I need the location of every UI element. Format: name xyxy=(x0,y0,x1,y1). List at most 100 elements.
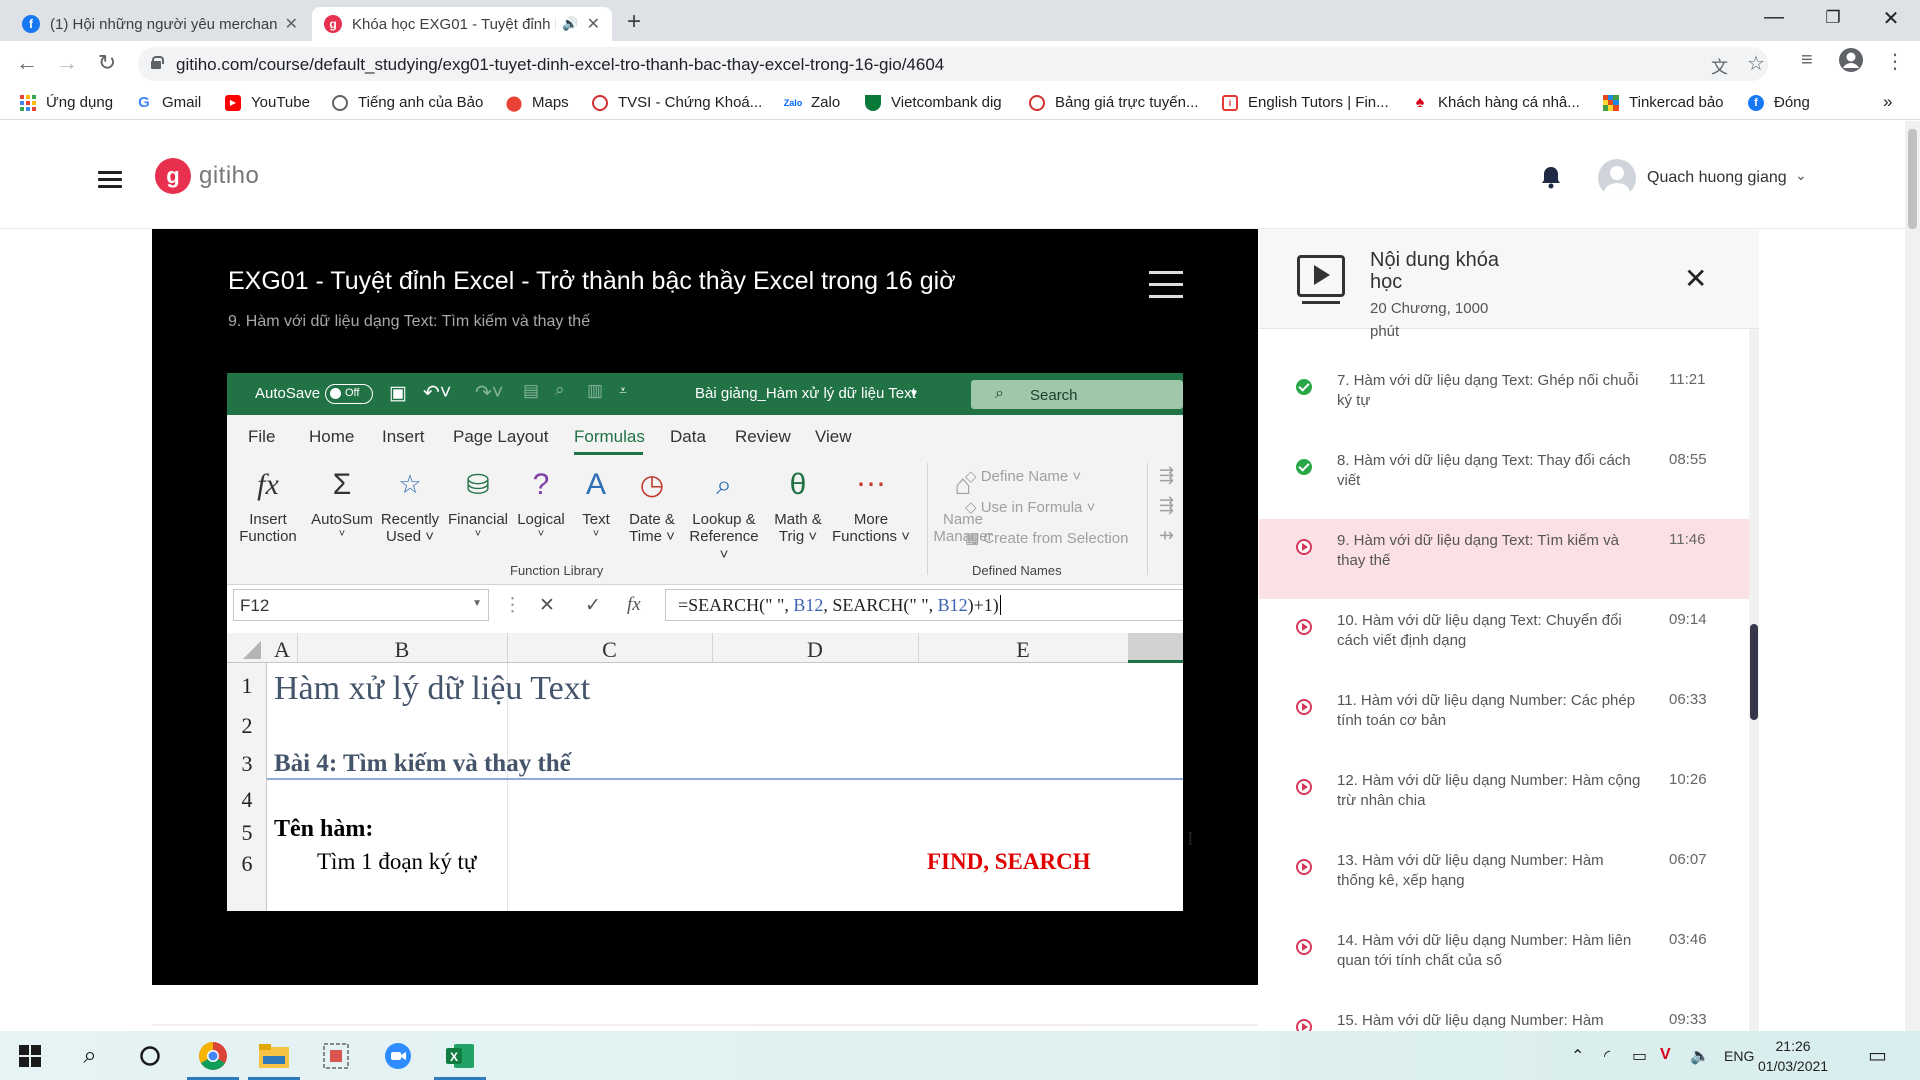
volume-icon[interactable]: 🔈 xyxy=(1690,1046,1710,1066)
lesson-item[interactable]: 11. Hàm với dữ liệu dạng Number: Các phé… xyxy=(1259,679,1749,759)
windows-start-icon[interactable] xyxy=(0,1031,60,1080)
excel-tab-view: View xyxy=(815,427,852,446)
bookmark-maps[interactable]: ⬤ Maps xyxy=(506,94,569,112)
browser-tab-gitiho[interactable]: g Khóa học EXG01 - Tuyệt đỉnh Excel 🔊 ✕ xyxy=(312,7,612,41)
user-name[interactable]: Quach huong giang xyxy=(1647,169,1787,187)
print-icon: ▥ xyxy=(587,381,604,400)
restore-icon[interactable]: ❐ xyxy=(1813,8,1853,28)
browser-toolbar: ← → ↻ gitiho.com/course/default_studying… xyxy=(0,41,1920,87)
player-menu-icon[interactable] xyxy=(1149,271,1183,298)
date-time-button: ◷ Date & Time ˅ xyxy=(623,463,681,546)
excel-search-box: ⌕ Search xyxy=(971,380,1183,409)
address-bar[interactable]: gitiho.com/course/default_studying/exg01… xyxy=(138,47,1768,81)
system-clock[interactable]: 21:26 01/03/2021 xyxy=(1758,1036,1828,1077)
chevron-up-icon[interactable]: ⌃ xyxy=(1571,1046,1584,1066)
video-player[interactable]: EXG01 - Tuyệt đỉnh Excel - Trở thành bậc… xyxy=(152,229,1258,985)
hamburger-menu-icon[interactable] xyxy=(98,171,122,189)
lesson-item[interactable]: 8. Hàm với dữ liệu dạng Text: Thay đổi c… xyxy=(1259,439,1749,519)
play-circle-icon xyxy=(1296,859,1312,875)
create-from-selection-item: ▦ Create from Selection xyxy=(965,530,1129,547)
row-header: 6 xyxy=(241,851,253,876)
speaker-icon[interactable]: 🔊 xyxy=(562,16,578,32)
bookmark-tvsi[interactable]: TVSI - Chứng Khoá... xyxy=(592,94,762,111)
kebab-menu-icon[interactable]: ⋮ xyxy=(1885,49,1905,74)
antivirus-tray-icon[interactable]: V xyxy=(1660,1046,1671,1064)
row-header: 3 xyxy=(241,751,253,776)
cancel-formula-icon: ✕ xyxy=(539,595,555,616)
lesson-item[interactable]: 14. Hàm với dữ liệu dạng Number: Hàm liê… xyxy=(1259,919,1749,999)
snipping-tool-icon[interactable] xyxy=(306,1031,366,1080)
bookmark-star-icon[interactable]: ☆ xyxy=(1747,51,1765,76)
page-scrollbar-thumb[interactable] xyxy=(1908,129,1917,229)
column-header-a: A xyxy=(274,637,290,662)
forward-arrow-icon[interactable]: → xyxy=(53,50,81,76)
chevron-down-icon[interactable]: ⌄ xyxy=(1795,167,1807,184)
bookmark-khach-hang[interactable]: ♠ Khách hàng cá nhâ... xyxy=(1412,94,1580,112)
reload-icon[interactable]: ↻ xyxy=(93,50,121,76)
battery-icon[interactable]: ▭ xyxy=(1632,1046,1647,1066)
notification-bell-icon[interactable] xyxy=(1540,165,1562,189)
gitiho-logo[interactable]: g gitiho xyxy=(155,158,259,194)
tag-icon: ◇ xyxy=(965,499,981,516)
bookmark-tieng-anh[interactable]: Tiếng anh của Bảo xyxy=(332,94,483,111)
lesson-item[interactable]: 7. Hàm với dữ liệu dạng Text: Ghép nối c… xyxy=(1259,359,1749,439)
svg-text:X: X xyxy=(450,1050,458,1064)
language-indicator[interactable]: ENG xyxy=(1724,1048,1754,1064)
text-book-icon: A xyxy=(585,467,606,501)
cell-e6: FIND, SEARCH xyxy=(927,849,1091,874)
bookmark-zalo[interactable]: Zalo Zalo xyxy=(784,94,840,111)
lesson-duration: 06:07 xyxy=(1669,851,1707,868)
course-content-sidebar: Nội dung khóa học 20 Chương, 1000 phút ✕… xyxy=(1259,229,1759,1049)
lesson-duration: 09:33 xyxy=(1669,1011,1707,1028)
excel-icon[interactable]: X xyxy=(430,1031,490,1080)
close-icon[interactable]: ✕ xyxy=(1684,265,1707,293)
window-close-icon[interactable]: ✕ xyxy=(1871,6,1911,31)
google-icon: G xyxy=(138,94,150,111)
translate-icon[interactable]: 文 xyxy=(1711,53,1728,78)
profile-icon[interactable] xyxy=(1838,47,1864,79)
bookmarks-more-chevron[interactable]: » xyxy=(1883,92,1892,112)
cortana-icon[interactable] xyxy=(120,1031,180,1080)
bookmark-youtube[interactable]: ▶ YouTube xyxy=(225,94,310,111)
new-tab-plus-icon[interactable]: + xyxy=(627,8,641,36)
grid-table-icon: ▦ xyxy=(965,530,984,547)
bookmark-label: Gmail xyxy=(162,94,202,111)
lesson-item[interactable]: 9. Hàm với dữ liệu dạng Text: Tìm kiếm v… xyxy=(1259,519,1749,599)
bookmark-gmail[interactable]: G Gmail xyxy=(136,94,201,111)
globe-icon xyxy=(332,94,348,111)
bookmark-bang-gia[interactable]: Bảng giá trực tuyến... xyxy=(1029,94,1198,111)
media-control-icon[interactable]: ≡ xyxy=(1801,49,1813,72)
tvsi-icon xyxy=(592,94,608,111)
file-explorer-icon[interactable] xyxy=(244,1031,304,1080)
search-icon[interactable]: ⌕ xyxy=(60,1031,120,1080)
close-tab-icon[interactable]: ✕ xyxy=(285,14,298,34)
lesson-item[interactable]: 12. Hàm với dữ liệu dạng Number: Hàm cộn… xyxy=(1259,759,1749,839)
back-arrow-icon[interactable]: ← xyxy=(13,50,41,76)
excel-title-bar: AutoSave Off ▣ ↶˅ ↷˅ ▤ ⌕ ▥ ⩡ Bài giảng_H… xyxy=(227,373,1183,415)
clock-time: 21:26 xyxy=(1775,1038,1811,1054)
lesson-title: 11. Hàm với dữ liệu dạng Number: Các phé… xyxy=(1337,692,1636,730)
page-scrollbar-track[interactable] xyxy=(1905,121,1920,1031)
lesson-item[interactable]: 13. Hàm với dữ liệu dạng Number: Hàm thố… xyxy=(1259,839,1749,919)
formula-input: =SEARCH(" ", B12, SEARCH(" ", B12)+1) xyxy=(665,589,1183,621)
bookmark-tinkercad[interactable]: Tinkercad bảo xyxy=(1603,94,1724,111)
bookmark-label: Vietcombank dig xyxy=(891,94,1002,111)
chrome-icon[interactable] xyxy=(183,1031,243,1080)
bookmark-english-tutors[interactable]: i English Tutors | Fin... xyxy=(1222,94,1389,111)
bookmark-dong[interactable]: f Đóng xyxy=(1748,94,1810,111)
notifications-icon[interactable]: ▭ xyxy=(1868,1043,1887,1068)
user-avatar[interactable] xyxy=(1598,159,1636,197)
bookmark-vietcombank[interactable]: Vietcombank dig xyxy=(865,94,1002,111)
bookmark-apps[interactable]: Ứng dụng xyxy=(20,94,113,111)
browser-tab-facebook[interactable]: f (1) Hội những người yêu merchan ✕ xyxy=(10,7,310,41)
minimize-icon[interactable]: — xyxy=(1754,6,1794,29)
lesson-item[interactable]: 10. Hàm với dữ liệu dạng Text: Chuyển đổ… xyxy=(1259,599,1749,679)
zoom-icon[interactable] xyxy=(368,1031,428,1080)
close-tab-icon[interactable]: ✕ xyxy=(587,14,600,34)
wifi-icon[interactable]: ◜ xyxy=(1604,1046,1610,1066)
sidebar-scrollbar-thumb[interactable] xyxy=(1750,624,1758,720)
excel-tab-page-layout: Page Layout xyxy=(453,427,549,446)
video-lessons-icon xyxy=(1297,255,1345,304)
lesson-duration: 11:46 xyxy=(1669,531,1706,548)
more-functions-button: ⋯ More Functions ˅ xyxy=(831,463,911,546)
